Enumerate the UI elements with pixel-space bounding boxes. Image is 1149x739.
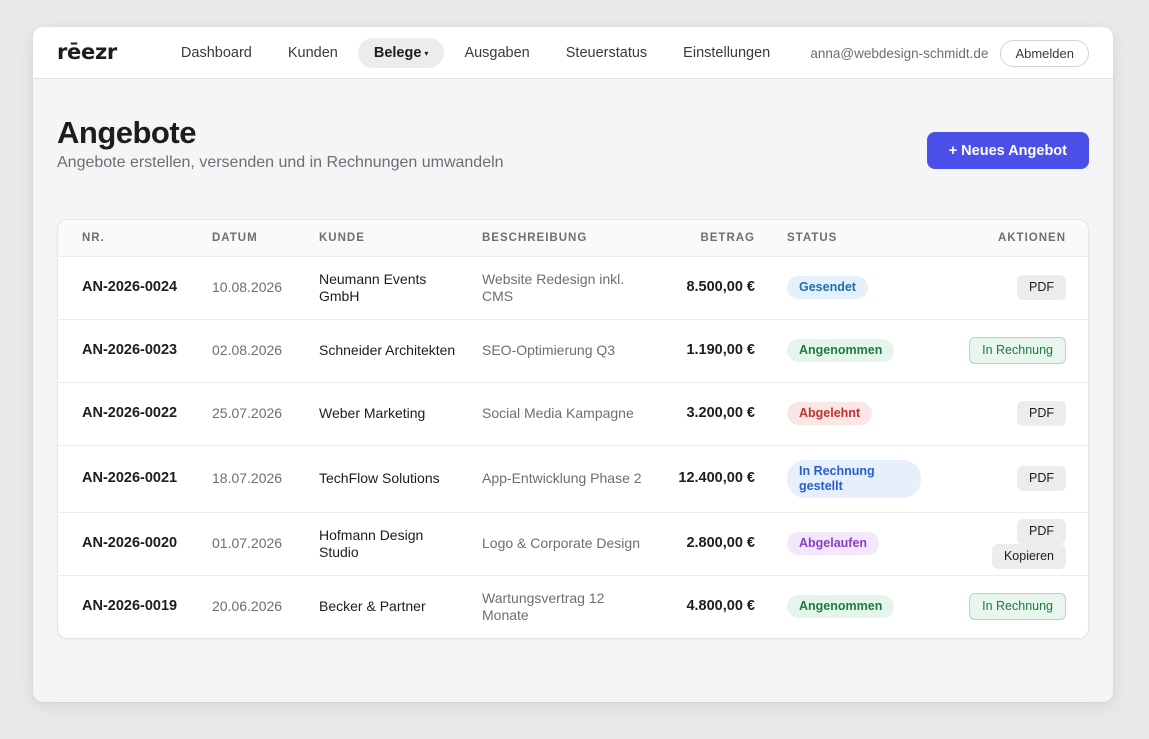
table-row[interactable]: AN-2026-0022 25.07.2026 Weber Marketing Soc… [58, 382, 1088, 446]
status-cell: Gesendet [777, 256, 932, 320]
offer-amount: 3.200,00 € [652, 382, 777, 446]
offer-amount: 12.400,00 € [652, 445, 777, 513]
nav-item-steuerstatus[interactable]: Steuerstatus [550, 38, 663, 68]
convert-to-invoice-button[interactable]: In Rechnung [969, 593, 1066, 621]
status-badge: In Rechnung gestellt [787, 459, 921, 498]
nav-item-einstellungen[interactable]: Einstellungen [667, 38, 786, 68]
offer-description: Website Redesign inkl. CMS [472, 256, 652, 320]
customer-name: Neumann Events GmbH [309, 256, 472, 320]
column-header-description[interactable]: BESCHREIBUNG [472, 220, 652, 257]
status-badge: Angenommen [787, 595, 895, 619]
customer-name: Weber Marketing [309, 382, 472, 446]
customer-name: Becker & Partner [319, 598, 426, 615]
pdf-button[interactable]: PDF [1017, 275, 1066, 300]
table-row[interactable]: AN-2026-0021 18.07.2026 TechFlow Solutions… [58, 445, 1088, 513]
offer-date: 25.07.2026 [202, 382, 309, 446]
column-header-nr[interactable]: NR. [58, 220, 202, 257]
status-cell: Angenommen [777, 319, 932, 383]
offer-amount: 8.500,00 € [652, 256, 777, 320]
offer-date: 01.07.2026 [202, 512, 309, 576]
user-email: anna@webdesign-schmidt.de [810, 45, 989, 61]
status-cell: In Rechnung gestellt [777, 445, 932, 513]
offers-table-card: NR. DATUM KUNDE BESCHREIBUNG BETRAG STAT… [57, 219, 1089, 639]
offer-number: AN-2026-0024 [58, 256, 202, 320]
nav-item-label: Ausgaben [464, 44, 530, 61]
offer-number: AN-2026-0023 [58, 319, 202, 383]
status-cell: Abgelehnt [777, 382, 932, 446]
actions-cell: In Rechnung [932, 319, 1088, 383]
customer-name: TechFlow Solutions [309, 445, 472, 513]
page-header: Angebote Angebote erstellen, versenden u… [33, 79, 1113, 219]
nav-item-belege[interactable]: Belege ▾ [357, 37, 445, 68]
offer-description: Logo & Corporate Design [472, 512, 652, 576]
offer-description: Social Media Kampagne [472, 382, 652, 446]
table-row[interactable]: AN-2026-0019 20.06.2026 Becker & Partner Wa… [58, 575, 1088, 638]
user-area: anna@webdesign-schmidt.de Abmelden [810, 27, 1089, 79]
status-cell: Angenommen [777, 575, 932, 638]
column-header-amount[interactable]: BETRAG [652, 220, 777, 257]
offer-date: 18.07.2026 [202, 445, 309, 513]
app-window: rēezr Dashboard Kunden Belege ▾ Ausgaben Steu… [33, 27, 1113, 702]
column-header-actions: AKTIONEN [932, 220, 1088, 257]
status-badge: Gesendet [787, 276, 868, 299]
nav-item-dashboard[interactable]: Dashboard [165, 38, 268, 68]
status-badge: Abgelehnt [787, 402, 873, 425]
top-navbar: rēezr Dashboard Kunden Belege ▾ Ausgaben Steu… [33, 27, 1113, 79]
nav-item-kunden[interactable]: Kunden [272, 38, 354, 68]
main-nav: Dashboard Kunden Belege ▾ Ausgaben Steuerstat… [165, 37, 790, 68]
pdf-button[interactable]: PDF [1017, 518, 1066, 544]
column-header-status[interactable]: STATUS [777, 220, 932, 257]
column-header-customer[interactable]: KUNDE [309, 220, 472, 257]
offers-table: NR. DATUM KUNDE BESCHREIBUNG BETRAG STAT… [58, 220, 1088, 638]
nav-item-label: Belege [373, 44, 422, 61]
offer-amount: 4.800,00 € [686, 598, 755, 615]
offer-number: AN-2026-0022 [58, 382, 202, 446]
actions-cell: In Rechnung [932, 575, 1088, 638]
nav-item-label: Einstellungen [683, 44, 771, 61]
offer-amount: 2.800,00 € [652, 512, 777, 576]
customer-name: Schneider Architekten [309, 319, 472, 383]
actions-cell: PDF [932, 382, 1088, 446]
logout-button[interactable]: Abmelden [1000, 39, 1089, 67]
offer-date: 02.08.2026 [202, 319, 309, 383]
nav-item-label: Kunden [287, 44, 338, 61]
nav-item-ausgaben[interactable]: Ausgaben [448, 38, 545, 68]
table-row[interactable]: AN-2026-0020 01.07.2026 Hofmann Design Stu… [58, 512, 1088, 576]
status-cell: Abgelaufen [777, 512, 932, 576]
actions-cell: PDFKopieren [932, 512, 1088, 576]
offer-description: App-Entwicklung Phase 2 [472, 445, 652, 513]
offer-date: 20.06.2026 [212, 598, 283, 615]
customer-name: Hofmann Design Studio [309, 512, 472, 576]
nav-item-label: Dashboard [180, 44, 252, 61]
new-offer-button[interactable]: + Neues Angebot [926, 132, 1089, 169]
status-badge: Abgelaufen [787, 532, 880, 555]
chevron-down-icon: ▾ [424, 48, 429, 58]
offer-amount: 1.190,00 € [652, 319, 777, 383]
pdf-button[interactable]: PDF [1017, 466, 1066, 491]
copy-button[interactable]: Kopieren [991, 543, 1066, 569]
offer-description: Wartungsvertrag 12 Monate [482, 589, 605, 623]
actions-cell: PDF [932, 256, 1088, 320]
status-badge: Angenommen [787, 339, 895, 362]
table-header-row: NR. DATUM KUNDE BESCHREIBUNG BETRAG STAT… [58, 220, 1088, 257]
convert-to-invoice-button[interactable]: In Rechnung [969, 337, 1066, 364]
offer-date: 10.08.2026 [202, 256, 309, 320]
app-logo[interactable]: rēezr [57, 40, 117, 64]
offer-number: AN-2026-0020 [58, 512, 202, 576]
table-row[interactable]: AN-2026-0023 02.08.2026 Schneider Architek… [58, 319, 1088, 383]
offer-number: AN-2026-0019 [82, 598, 178, 615]
pdf-button[interactable]: PDF [1017, 401, 1066, 426]
column-header-date[interactable]: DATUM [202, 220, 309, 257]
actions-cell: PDF [932, 445, 1088, 513]
table-row[interactable]: AN-2026-0024 10.08.2026 Neumann Events Gmb… [58, 256, 1088, 320]
offer-number: AN-2026-0021 [58, 445, 202, 513]
offer-description: SEO-Optimierung Q3 [472, 319, 652, 383]
nav-item-label: Steuerstatus [565, 44, 648, 61]
